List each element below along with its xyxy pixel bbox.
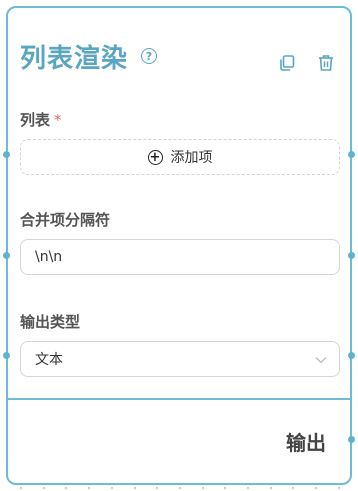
separator-input-value: \n\n bbox=[35, 249, 63, 265]
plus-circle-icon: + bbox=[147, 149, 163, 165]
chevron-down-icon bbox=[315, 357, 327, 364]
list-render-node-card[interactable]: 列表渲染 ? 列表 * + 添加项 合并项分隔符 \n\n 输出类型 文本 输出 bbox=[6, 6, 352, 485]
node-title: 列表渲染 bbox=[20, 44, 129, 74]
output-handle-output-type[interactable] bbox=[348, 352, 355, 359]
input-handle-output-type[interactable] bbox=[3, 352, 10, 359]
separator-input[interactable]: \n\n bbox=[20, 239, 340, 275]
output-handle-result[interactable] bbox=[348, 436, 355, 443]
output-handle-list[interactable] bbox=[348, 151, 355, 158]
copy-icon[interactable] bbox=[277, 53, 297, 73]
output-type-select[interactable]: 文本 bbox=[20, 341, 340, 377]
canvas-grid-dots bbox=[20, 487, 340, 490]
input-handle-separator[interactable] bbox=[3, 252, 10, 259]
add-item-label: 添加项 bbox=[170, 150, 213, 166]
list-label-text: 列表 bbox=[20, 111, 51, 129]
output-type-label: 输出类型 bbox=[20, 313, 81, 331]
output-type-value: 文本 bbox=[35, 352, 63, 368]
separator-field-label: 合并项分隔符 bbox=[20, 211, 111, 229]
required-mark: * bbox=[54, 111, 62, 129]
list-field-label: 列表 * bbox=[20, 109, 62, 130]
output-label: 输出 bbox=[286, 431, 326, 455]
input-handle-list[interactable] bbox=[3, 151, 10, 158]
trash-icon[interactable] bbox=[316, 53, 336, 73]
output-handle-separator[interactable] bbox=[348, 252, 355, 259]
question-circle-icon[interactable]: ? bbox=[141, 48, 157, 64]
add-item-button[interactable]: + 添加项 bbox=[20, 139, 340, 175]
section-divider bbox=[8, 398, 350, 400]
